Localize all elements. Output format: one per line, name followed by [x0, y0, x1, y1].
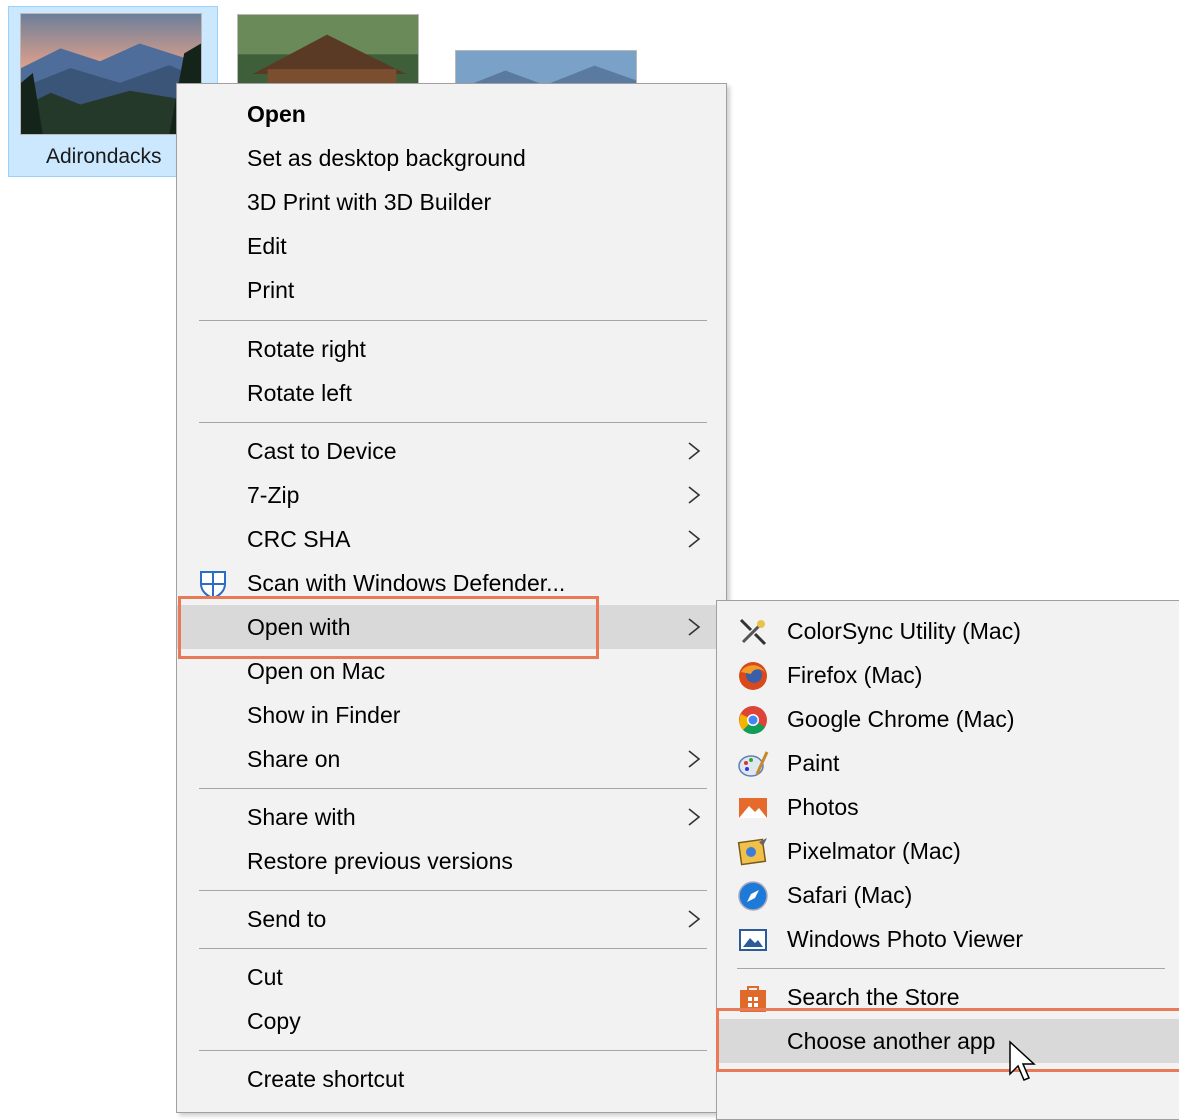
menu-item-label: Print — [247, 277, 295, 303]
menu-separator — [199, 320, 707, 321]
menu-item-label: Open — [247, 101, 306, 127]
menu-item-label: Share on — [247, 746, 341, 772]
app-item-chrome[interactable]: Google Chrome (Mac) — [717, 697, 1179, 741]
menu-item-label: Restore previous versions — [247, 848, 513, 874]
menu-item-restore-previous-versions[interactable]: Restore previous versions — [177, 839, 726, 883]
menu-separator — [199, 1050, 707, 1051]
menu-item-label: Edit — [247, 233, 287, 259]
menu-item-label: Send to — [247, 906, 327, 932]
app-item-firefox[interactable]: Firefox (Mac) — [717, 653, 1179, 697]
menu-item-copy[interactable]: Copy — [177, 999, 726, 1043]
app-item-photos[interactable]: Photos — [717, 785, 1179, 829]
photo-viewer-icon — [739, 929, 767, 951]
safari-icon — [738, 881, 768, 911]
chevron-right-icon — [688, 442, 701, 460]
windows-defender-icon — [200, 571, 226, 599]
menu-item-cast-to-device[interactable]: Cast to Device — [177, 429, 726, 473]
menu-item-label: CRC SHA — [247, 526, 351, 552]
adirondacks-thumbnail[interactable] — [20, 13, 202, 135]
chevron-right-icon — [688, 750, 701, 768]
app-item-windows-photo-viewer[interactable]: Windows Photo Viewer — [717, 917, 1179, 961]
menu-item-label: Show in Finder — [247, 702, 401, 728]
app-item-label: Pixelmator (Mac) — [787, 838, 961, 864]
menu-item-share-on[interactable]: Share on — [177, 737, 726, 781]
menu-item-label: 7-Zip — [247, 482, 300, 508]
menu-item-cut[interactable]: Cut — [177, 955, 726, 999]
colorsync-icon — [739, 618, 767, 646]
menu-item-label: Rotate right — [247, 336, 366, 362]
menu-item-open[interactable]: Open — [177, 92, 726, 136]
chrome-icon — [739, 706, 767, 735]
menu-item-label: Set as desktop background — [247, 145, 526, 171]
choose-app-highlight-box — [716, 1008, 1179, 1072]
paint-icon — [738, 751, 769, 777]
photos-icon — [739, 798, 767, 818]
menu-item-7-zip[interactable]: 7-Zip — [177, 473, 726, 517]
app-item-pixelmator[interactable]: Pixelmator (Mac) — [717, 829, 1179, 873]
menu-item-label: Rotate left — [247, 380, 352, 406]
mouse-cursor-icon — [1009, 1040, 1036, 1081]
menu-separator — [199, 422, 707, 423]
menu-item-rotate-left[interactable]: Rotate left — [177, 371, 726, 415]
chevron-right-icon — [688, 618, 701, 636]
menu-item-set-desktop-background[interactable]: Set as desktop background — [177, 136, 726, 180]
menu-item-create-shortcut[interactable]: Create shortcut — [177, 1057, 726, 1101]
menu-item-label: Cut — [247, 964, 283, 990]
app-item-label: Firefox (Mac) — [787, 662, 923, 688]
app-item-label: Photos — [787, 794, 859, 820]
menu-item-rotate-right[interactable]: Rotate right — [177, 327, 726, 371]
menu-item-label: Copy — [247, 1008, 301, 1034]
app-item-label: Safari (Mac) — [787, 882, 913, 908]
menu-separator — [199, 890, 707, 891]
app-item-paint[interactable]: Paint — [717, 741, 1179, 785]
chevron-right-icon — [688, 486, 701, 504]
chevron-right-icon — [688, 808, 701, 826]
open-with-highlight-box — [178, 596, 599, 659]
menu-item-show-in-finder[interactable]: Show in Finder — [177, 693, 726, 737]
menu-item-3d-print[interactable]: 3D Print with 3D Builder — [177, 180, 726, 224]
menu-item-share-with[interactable]: Share with — [177, 795, 726, 839]
app-item-label: Google Chrome (Mac) — [787, 706, 1015, 732]
app-item-label: Paint — [787, 750, 840, 776]
menu-separator — [199, 948, 707, 949]
app-item-safari[interactable]: Safari (Mac) — [717, 873, 1179, 917]
app-item-label: ColorSync Utility (Mac) — [787, 618, 1021, 644]
pixelmator-icon — [737, 838, 767, 866]
menu-item-crc-sha[interactable]: CRC SHA — [177, 517, 726, 561]
menu-item-edit[interactable]: Edit — [177, 224, 726, 268]
menu-item-label: 3D Print with 3D Builder — [247, 189, 492, 215]
chevron-right-icon — [688, 530, 701, 548]
menu-item-label: Create shortcut — [247, 1066, 405, 1092]
submenu-separator — [737, 968, 1165, 969]
file-name-label: Adirondacks — [46, 145, 162, 168]
firefox-icon — [739, 662, 767, 690]
menu-item-print[interactable]: Print — [177, 268, 726, 312]
menu-item-label: Cast to Device — [247, 438, 397, 464]
menu-separator — [199, 788, 707, 789]
menu-item-label: Share with — [247, 804, 356, 830]
app-item-colorsync[interactable]: ColorSync Utility (Mac) — [717, 609, 1179, 653]
app-item-label: Windows Photo Viewer — [787, 926, 1024, 952]
menu-item-send-to[interactable]: Send to — [177, 897, 726, 941]
chevron-right-icon — [688, 910, 701, 928]
